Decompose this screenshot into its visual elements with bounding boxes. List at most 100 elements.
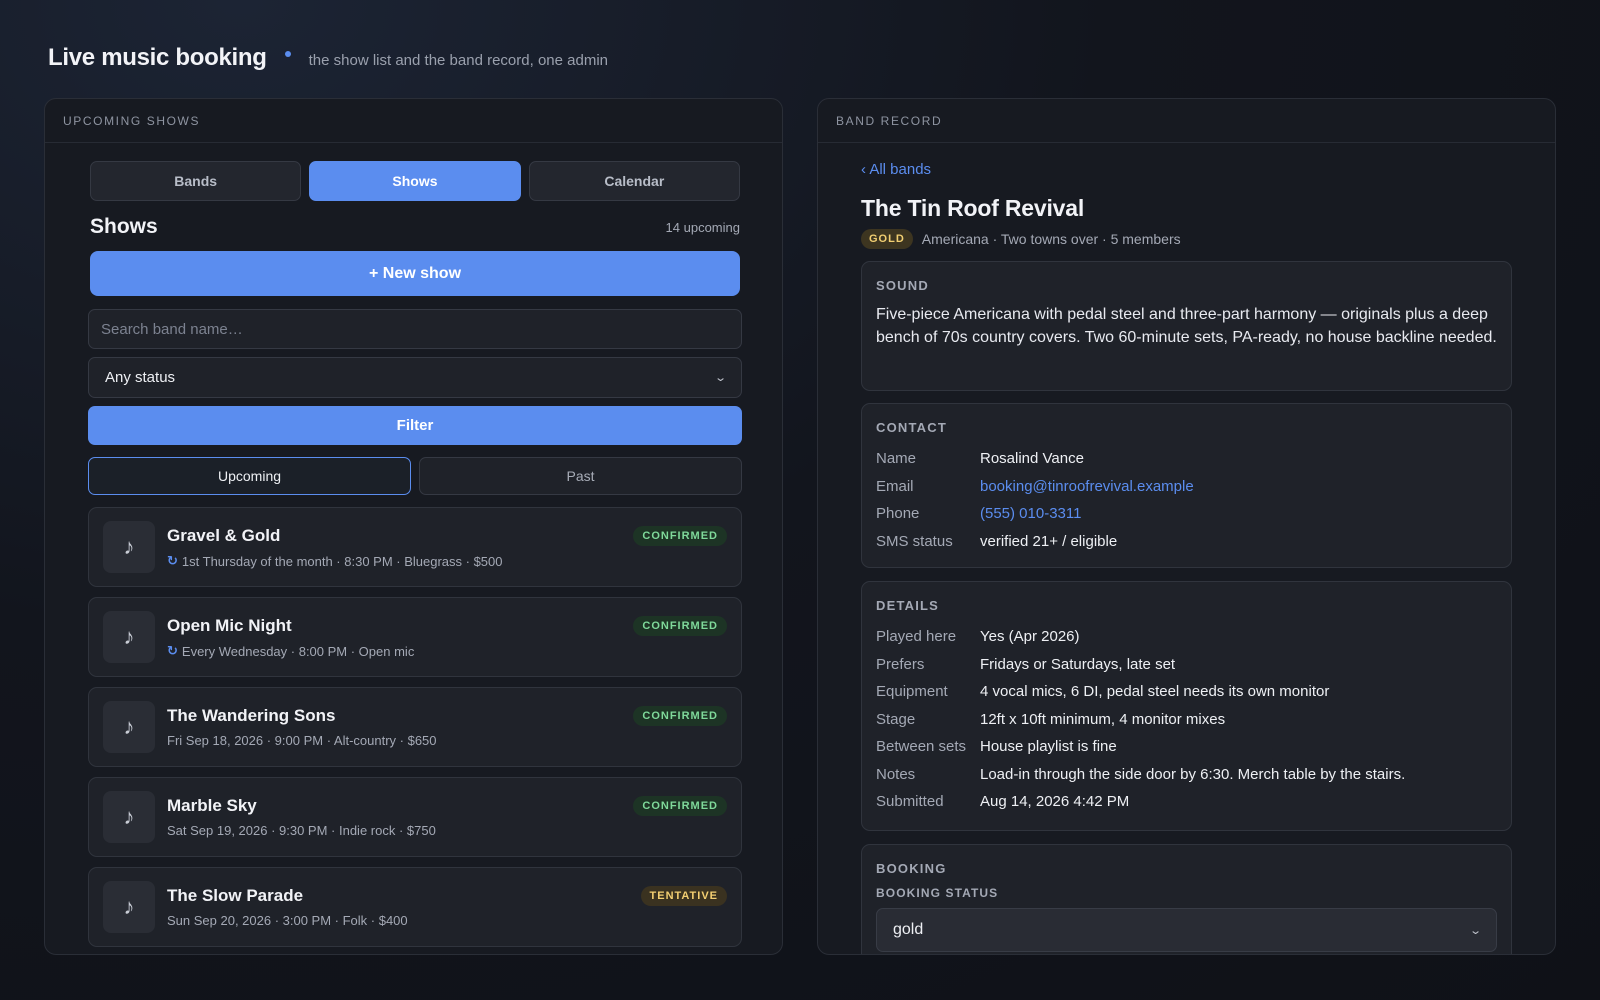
details-key: Prefers: [876, 655, 925, 673]
status-select[interactable]: Any status ⌄: [88, 357, 742, 398]
search-input[interactable]: [88, 309, 742, 349]
show-name: Open Mic Night: [167, 616, 292, 635]
show-meta-text: Every Wednesday · 8:00 PM · Open mic: [181, 643, 415, 659]
card-title: BOOKING: [876, 861, 947, 876]
details-key: Equipment: [876, 683, 948, 700]
show-meta-text: Sun Sep 20, 2026 · 3:00 PM · Folk · $400: [167, 913, 408, 928]
details-row: Between sets House playlist is fine: [876, 733, 1497, 761]
status-badge: CONFIRMED: [633, 616, 727, 636]
show-card[interactable]: ♪ Gravel & Gold ↻ 1st Thursday of the mo…: [88, 507, 742, 587]
phone-link[interactable]: (555) 010-3311: [980, 500, 1081, 528]
contact-row: SMS status verified 21+ / eligible: [876, 528, 1497, 556]
booking-status-select[interactable]: gold ⌄: [876, 908, 1497, 952]
details-key: Played here: [876, 628, 957, 645]
view-tabs: Bands Shows Calendar: [90, 161, 740, 201]
show-list: ♪ Gravel & Gold ↻ 1st Thursday of the mo…: [88, 507, 742, 954]
show-name: The Slow Parade: [167, 886, 304, 905]
panel-heading: BAND RECORD: [818, 99, 1555, 143]
booking-card: BOOKING BOOKING STATUS gold ⌄: [861, 844, 1512, 954]
details-value: Fridays or Saturdays, late set: [980, 655, 1176, 673]
tab-shows[interactable]: Shows: [309, 161, 521, 201]
contact-row: Phone (555) 010-3311: [876, 500, 1497, 528]
details-value: Yes (Apr 2026): [980, 628, 1080, 645]
contact-key: Name: [876, 450, 917, 467]
music-note-icon: ♪: [103, 611, 155, 663]
show-meta: Sun Sep 20, 2026 · 3:00 PM · Folk · $400: [167, 913, 408, 928]
contact-card: CONTACT Name Rosalind Vance Email bookin…: [861, 403, 1512, 568]
chevron-down-icon: ⌄: [713, 372, 727, 384]
card-title: DETAILS: [876, 598, 940, 613]
details-value: Load-in through the side door by 6:30. M…: [980, 765, 1406, 783]
show-name: The Wandering Sons: [167, 706, 336, 725]
show-meta: Sat Sep 19, 2026 · 9:30 PM · Indie rock …: [167, 823, 436, 838]
details-value: 12ft x 10ft minimum, 4 monitor mixes: [980, 710, 1226, 728]
contact-row: Name Rosalind Vance: [876, 445, 1497, 473]
new-show-button[interactable]: + New show: [90, 251, 740, 296]
band-record-panel: BAND RECORD ‹ All bands The Tin Roof Rev…: [817, 98, 1556, 955]
tab-calendar[interactable]: Calendar: [528, 161, 740, 201]
music-note-icon: ♪: [103, 521, 155, 573]
details-key: Between sets: [876, 738, 967, 755]
recurring-icon: ↻: [167, 553, 178, 568]
recurring-icon: ↻: [167, 643, 178, 658]
shows-title: Shows: [90, 215, 158, 238]
show-card[interactable]: ♪ Marble Sky Sat Sep 19, 2026 · 9:30 PM …: [88, 777, 742, 857]
music-note-icon: ♪: [103, 881, 155, 933]
status-badge: CONFIRMED: [633, 526, 727, 546]
title-separator-dot: [284, 51, 291, 57]
band-meta: Americana · Two towns over · 5 members: [921, 231, 1181, 247]
booking-status-value: gold: [893, 921, 924, 938]
shows-header: Shows 14 upcoming: [90, 215, 740, 239]
email-link[interactable]: booking@tinroofrevival.example: [980, 473, 1194, 501]
show-meta: Fri Sep 18, 2026 · 9:00 PM · Alt-country…: [167, 733, 437, 748]
contact-key: SMS status: [876, 532, 953, 550]
music-note-icon: ♪: [103, 791, 155, 843]
sound-description: Five-piece Americana with pedal steel an…: [876, 306, 1497, 346]
contact-row: Email booking@tinroofrevival.example: [876, 473, 1497, 501]
show-card[interactable]: ♪ The Wandering Sons Fri Sep 18, 2026 · …: [88, 687, 742, 767]
band-subline: GOLD Americana · Two towns over · 5 memb…: [861, 229, 1181, 249]
status-badge: CONFIRMED: [633, 706, 727, 726]
contact-key: Phone: [876, 505, 920, 522]
booking-status-label: BOOKING STATUS: [876, 886, 999, 900]
status-badge: TENTATIVE: [640, 886, 727, 906]
app-subtitle: the show list and the band record, one a…: [308, 51, 608, 69]
music-note-icon: ♪: [103, 701, 155, 753]
card-title: CONTACT: [876, 420, 947, 435]
details-row: Equipment 4 vocal mics, 6 DI, pedal stee…: [876, 678, 1497, 706]
shows-count: 14 upcoming: [665, 219, 740, 235]
contact-key: Email: [876, 477, 914, 495]
status-select-value: Any status: [105, 369, 176, 386]
show-meta: ↻ 1st Thursday of the month · 8:30 PM · …: [167, 553, 503, 569]
show-meta-text: Sat Sep 19, 2026 · 9:30 PM · Indie rock …: [167, 823, 436, 838]
toggle-upcoming[interactable]: Upcoming: [88, 457, 411, 495]
details-row: Played here Yes (Apr 2026): [876, 623, 1497, 651]
details-key: Submitted: [876, 793, 944, 810]
show-card[interactable]: ♪ Open Mic Night ↻ Every Wednesday · 8:0…: [88, 597, 742, 677]
sms-status-value: verified 21+ / eligible: [980, 532, 1118, 550]
all-bands-link[interactable]: ‹ All bands: [861, 161, 931, 178]
details-value: House playlist is fine: [980, 738, 1117, 755]
app-title: Live music booking: [48, 44, 267, 71]
filter-button[interactable]: Filter: [88, 406, 742, 445]
show-meta-text: Fri Sep 18, 2026 · 9:00 PM · Alt-country…: [167, 733, 437, 748]
show-meta-text: 1st Thursday of the month · 8:30 PM · Bl…: [181, 553, 503, 569]
chevron-down-icon: ⌄: [1468, 924, 1482, 937]
sound-card: SOUND Five-piece Americana with pedal st…: [861, 261, 1512, 391]
contact-name-value: Rosalind Vance: [980, 450, 1084, 467]
card-title: SOUND: [876, 278, 929, 293]
show-card[interactable]: ♪ The Slow Parade Sun Sep 20, 2026 · 3:0…: [88, 867, 742, 947]
details-row: Prefers Fridays or Saturdays, late set: [876, 651, 1497, 679]
tab-bands[interactable]: Bands: [90, 161, 302, 201]
details-key: Stage: [876, 710, 916, 728]
details-value: Aug 14, 2026 4:42 PM: [980, 793, 1130, 810]
tier-badge: GOLD: [861, 229, 913, 249]
status-badge: CONFIRMED: [633, 796, 727, 816]
toggle-past[interactable]: Past: [419, 457, 742, 495]
details-value: 4 vocal mics, 6 DI, pedal steel needs it…: [980, 683, 1330, 700]
upcoming-shows-panel: UPCOMING SHOWS Bands Shows Calendar Show…: [44, 98, 783, 955]
details-row: Stage 12ft x 10ft minimum, 4 monitor mix…: [876, 706, 1497, 734]
show-name: Gravel & Gold: [167, 526, 281, 545]
app-header: Live music booking the show list and the…: [48, 44, 608, 72]
show-name: Marble Sky: [167, 796, 257, 815]
